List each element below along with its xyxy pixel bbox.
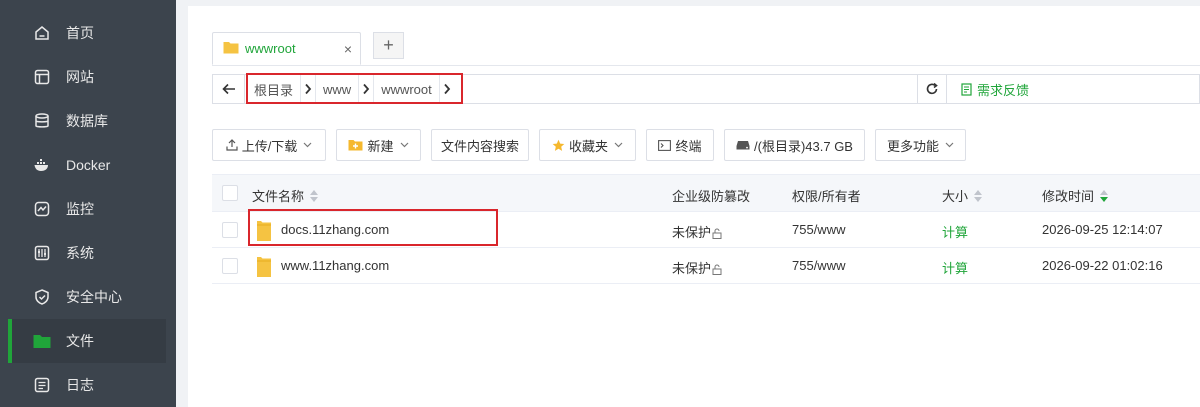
select-all-checkbox[interactable]	[222, 185, 238, 201]
column-protect: 企业级防篡改	[672, 186, 750, 205]
column-permission: 权限/所有者	[792, 186, 861, 205]
log-icon	[32, 375, 52, 395]
home-icon	[32, 23, 52, 43]
new-button[interactable]: 新建	[336, 129, 421, 161]
monitor-icon	[32, 199, 52, 219]
disk-label: /(根目录)43.7 GB	[754, 138, 853, 154]
folder-icon	[256, 256, 272, 281]
table-row[interactable]: www.11zhang.com 未保护 755/www 计算 2026-09-2…	[212, 248, 1200, 284]
mtime-value: 2026-09-25 12:14:07	[1042, 222, 1163, 237]
sidebar-item-home[interactable]: 首页	[8, 11, 166, 55]
sidebar-item-monitor[interactable]: 监控	[8, 187, 166, 231]
sidebar-item-label: 系统	[66, 245, 94, 261]
size-calc-link[interactable]: 计算	[942, 258, 968, 277]
new-label: 新建	[367, 138, 394, 154]
chevron-down-icon	[614, 142, 623, 148]
sidebar-item-files[interactable]: 文件	[8, 319, 166, 363]
column-mtime[interactable]: 修改时间	[1042, 186, 1109, 205]
upload-icon	[226, 139, 238, 151]
folder-icon	[32, 331, 52, 351]
docker-icon	[32, 155, 52, 175]
sidebar-item-system[interactable]: 系统	[8, 231, 166, 275]
favorites-label: 收藏夹	[568, 138, 608, 154]
sidebar-item-label: Docker	[66, 157, 111, 173]
terminal-button[interactable]: 终端	[646, 129, 714, 161]
sidebar-item-label: 日志	[66, 377, 94, 393]
sidebar-item-label: 监控	[66, 201, 94, 217]
sidebar-item-logs[interactable]: 日志	[8, 363, 166, 407]
column-protect-label: 企业级防篡改	[672, 189, 751, 204]
sidebar-item-label: 安全中心	[66, 289, 122, 305]
feedback-label: 需求反馈	[977, 82, 1030, 98]
highlight-box-breadcrumb	[246, 73, 463, 104]
sidebar-item-docker[interactable]: Docker	[8, 143, 166, 187]
column-size-label: 大小	[942, 189, 969, 204]
terminal-icon	[658, 139, 672, 151]
row-checkbox[interactable]	[222, 222, 238, 238]
column-mtime-label: 修改时间	[1042, 189, 1095, 204]
more-features-button[interactable]: 更多功能	[875, 129, 966, 161]
tab-wwwroot[interactable]: wwwroot ×	[212, 32, 361, 65]
file-name[interactable]: www.11zhang.com	[281, 258, 389, 273]
chevron-down-icon	[945, 142, 954, 148]
protect-status[interactable]: 未保护	[672, 258, 722, 277]
more-features-label: 更多功能	[886, 138, 939, 154]
feedback-icon	[961, 82, 972, 96]
tab-divider	[212, 65, 1200, 66]
tab-label: wwwroot	[245, 41, 296, 56]
mtime-value: 2026-09-22 01:02:16	[1042, 258, 1163, 273]
refresh-icon	[926, 82, 938, 95]
chevron-down-icon	[400, 142, 408, 148]
arrow-left-icon	[221, 83, 235, 95]
size-calc-link[interactable]: 计算	[942, 222, 968, 241]
folder-icon	[223, 41, 239, 57]
sort-icon[interactable]	[310, 189, 319, 202]
upload-download-button[interactable]: 上传/下载	[212, 129, 326, 161]
unlock-icon	[712, 228, 722, 239]
column-size[interactable]: 大小	[942, 186, 983, 205]
sidebar-item-label: 首页	[66, 25, 94, 41]
new-folder-icon	[348, 140, 363, 151]
upload-download-label: 上传/下载	[241, 138, 298, 154]
highlight-box-row	[248, 209, 498, 246]
column-permission-label: 权限/所有者	[792, 189, 861, 204]
sidebar-item-database[interactable]: 数据库	[8, 99, 166, 143]
search-content-label: 文件内容搜索	[440, 138, 519, 154]
row-checkbox[interactable]	[222, 258, 238, 274]
permission-value[interactable]: 755/www	[792, 258, 845, 273]
permission-value[interactable]: 755/www	[792, 222, 845, 237]
file-manager-panel: wwwroot × + 根目录 www wwwroot 需求反馈 上传/下载 新…	[188, 6, 1200, 407]
sidebar-item-security[interactable]: 安全中心	[8, 275, 166, 319]
chevron-down-icon	[303, 142, 312, 148]
terminal-label: 终端	[675, 138, 702, 154]
unlock-icon	[712, 264, 722, 275]
column-name[interactable]: 文件名称	[252, 186, 319, 205]
table-header: 文件名称 企业级防篡改 权限/所有者 大小 修改时间	[212, 174, 1200, 212]
sidebar: 首页 网站 数据库 Docker 监控 系统 安全中心 文件 日志	[0, 0, 176, 407]
close-icon[interactable]: ×	[344, 41, 352, 57]
database-icon	[32, 111, 52, 131]
protect-status[interactable]: 未保护	[672, 222, 722, 241]
disk-button[interactable]: /(根目录)43.7 GB	[724, 129, 865, 161]
protect-label: 未保护	[672, 261, 712, 276]
add-tab-button[interactable]: +	[373, 32, 404, 59]
search-content-button[interactable]: 文件内容搜索	[431, 129, 529, 161]
sort-icon[interactable]	[974, 189, 983, 202]
sort-icon[interactable]	[1100, 189, 1109, 202]
sidebar-item-website[interactable]: 网站	[8, 55, 166, 99]
back-button[interactable]	[213, 75, 245, 103]
refresh-button[interactable]	[917, 74, 947, 104]
sidebar-item-label: 数据库	[66, 113, 108, 129]
protect-label: 未保护	[672, 225, 712, 240]
disk-icon	[736, 141, 750, 150]
column-name-label: 文件名称	[252, 189, 305, 204]
feedback-link[interactable]: 需求反馈	[961, 79, 1029, 99]
system-icon	[32, 243, 52, 263]
website-icon	[32, 67, 52, 87]
sidebar-item-label: 文件	[66, 333, 94, 349]
favorites-button[interactable]: 收藏夹	[539, 129, 636, 161]
shield-icon	[32, 287, 52, 307]
star-icon	[552, 139, 565, 151]
sidebar-item-label: 网站	[66, 69, 94, 85]
